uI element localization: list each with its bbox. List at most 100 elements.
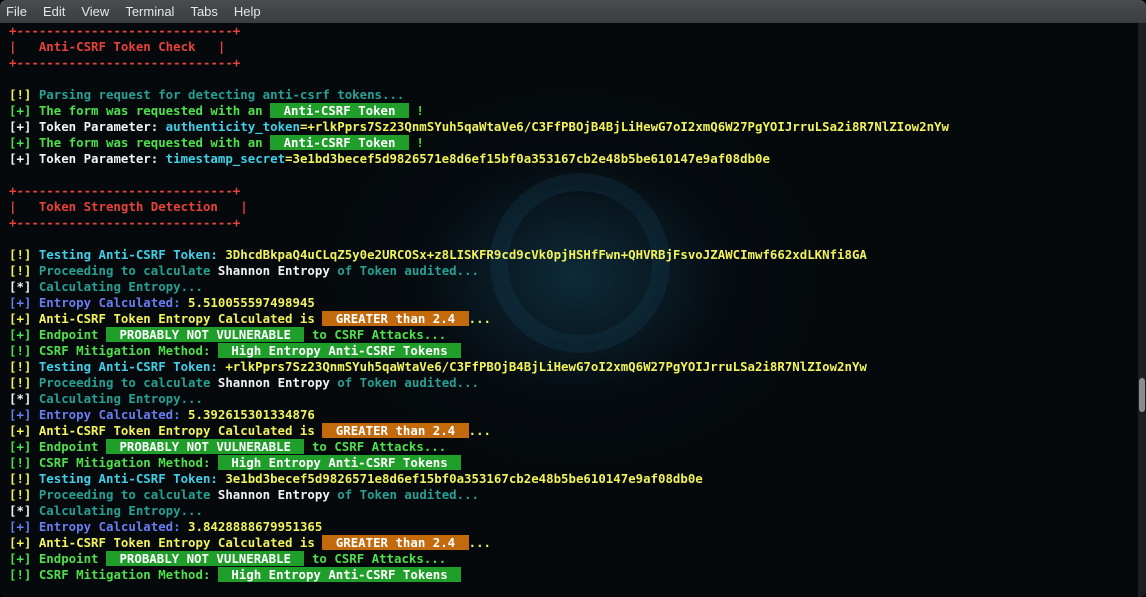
scrollbar-thumb[interactable] <box>1139 378 1145 412</box>
terminal-text: 3.8428888679951365 <box>188 519 323 534</box>
terminal-line: [!] Parsing request for detecting anti-c… <box>9 87 949 103</box>
terminal-text: ! <box>408 135 424 150</box>
terminal-line: [+] Anti-CSRF Token Entropy Calculated i… <box>9 423 949 439</box>
terminal-line: +-----------------------------+ <box>9 23 949 39</box>
terminal-text: [+] <box>9 423 39 438</box>
terminal-text: [!] <box>9 375 39 390</box>
terminal-text: [+] <box>9 519 39 534</box>
terminal-line: [!] CSRF Mitigation Method: High Entropy… <box>9 567 949 583</box>
terminal-text: Anti-CSRF Token Entropy Calculated is <box>38 535 323 550</box>
terminal-text: CSRF Mitigation Method: <box>38 567 218 582</box>
terminal-text: =3e1bd3becef5d9826571e8d6ef15bf0a353167c… <box>285 151 770 166</box>
terminal-text: authenticity_token <box>165 119 300 134</box>
terminal-line: [+] The form was requested with an Anti-… <box>9 135 949 151</box>
terminal-text: ... <box>468 311 491 326</box>
terminal-text: of Token audited... <box>329 375 479 390</box>
terminal-text: [!] <box>9 455 39 470</box>
menu-help[interactable]: Help <box>226 0 269 23</box>
status-badge: Anti-CSRF Token <box>270 103 409 118</box>
terminal-text: 5.392615301334876 <box>188 407 315 422</box>
terminal-line: [+] Entropy Calculated: 3.84288886799513… <box>9 519 949 535</box>
terminal-text: Shannon Entropy <box>217 263 330 278</box>
terminal-output-area[interactable]: +-----------------------------+ | Anti-CS… <box>0 23 1138 597</box>
terminal-text: [+] <box>9 311 39 326</box>
menu-view[interactable]: View <box>73 0 117 23</box>
terminal-text: timestamp_secret <box>165 151 286 166</box>
terminal-text: [+] <box>9 103 39 118</box>
terminal-line: +-----------------------------+ <box>9 55 949 71</box>
terminal-text: Entropy Calculated: <box>38 295 189 310</box>
status-badge: High Entropy Anti-CSRF Tokens <box>217 343 462 358</box>
terminal-text: [+] <box>9 327 39 342</box>
terminal-text: [!] <box>9 87 39 102</box>
menu-file[interactable]: File <box>0 0 35 23</box>
status-badge: GREATER than 2.4 <box>322 535 469 550</box>
terminal-text: Parsing request for detecting anti-csrf … <box>38 87 405 102</box>
terminal-line: [+] Entropy Calculated: 5.39261530133487… <box>9 407 949 423</box>
terminal-line: [!] CSRF Mitigation Method: High Entropy… <box>9 343 949 359</box>
terminal-text: The form was requested with an <box>38 135 271 150</box>
terminal-line: [!] Proceeding to calculate Shannon Entr… <box>9 487 949 503</box>
terminal-text: [*] <box>9 391 39 406</box>
terminal-text: [+] <box>9 551 39 566</box>
terminal-text: CSRF Mitigation Method: <box>38 343 218 358</box>
terminal-text: +rlkPprs7Sz23QnmSYuh5qaWtaVe6/C3FfPBOjB4… <box>225 359 867 374</box>
status-badge: GREATER than 2.4 <box>322 423 469 438</box>
terminal-text: Endpoint <box>38 551 106 566</box>
terminal-text: to CSRF Attacks... <box>304 327 447 342</box>
terminal-line: [!] Testing Anti-CSRF Token: 3e1bd3becef… <box>9 471 949 487</box>
terminal-text: Shannon Entropy <box>217 487 330 502</box>
terminal-text: +-----------------------------+ <box>9 55 241 70</box>
terminal-text: | Token Strength Detection | <box>9 199 248 214</box>
terminal-line: [!] Proceeding to calculate Shannon Entr… <box>9 375 949 391</box>
terminal-text: [+] <box>9 535 39 550</box>
status-badge: PROBABLY NOT VULNERABLE <box>105 327 305 342</box>
terminal-text: [!] <box>9 487 39 502</box>
terminal-text: [!] <box>9 471 39 486</box>
terminal-text: [+] <box>9 407 39 422</box>
terminal-text: 3DhcdBkpaQ4uCLqZ5y0e2URCOSx+z8LISKFR9cd9… <box>225 247 867 262</box>
terminal-line: [+] Endpoint PROBABLY NOT VULNERABLE to … <box>9 439 949 455</box>
terminal-line: [+] Token Parameter: authenticity_token=… <box>9 119 949 135</box>
terminal-line: +-----------------------------+ <box>9 215 949 231</box>
terminal-text: ! <box>408 103 424 118</box>
status-badge: PROBABLY NOT VULNERABLE <box>105 439 305 454</box>
terminal-line: [!] Proceeding to calculate Shannon Entr… <box>9 263 949 279</box>
terminal-line: [+] Anti-CSRF Token Entropy Calculated i… <box>9 535 949 551</box>
terminal-line: [*] Calculating Entropy... <box>9 391 949 407</box>
terminal-line: [+] Endpoint PROBABLY NOT VULNERABLE to … <box>9 327 949 343</box>
vertical-scrollbar[interactable] <box>1138 23 1146 597</box>
terminal-text: Testing Anti-CSRF Token: <box>38 359 226 374</box>
terminal-text: to CSRF Attacks... <box>304 551 447 566</box>
terminal-text: [*] <box>9 279 39 294</box>
terminal-text: +-----------------------------+ <box>9 215 241 230</box>
terminal-line: | Anti-CSRF Token Check | <box>9 39 949 55</box>
terminal-text: Entropy Calculated: <box>38 519 189 534</box>
terminal-text: [+] <box>9 151 39 166</box>
terminal-text: +-----------------------------+ <box>9 23 241 38</box>
menu-tabs[interactable]: Tabs <box>182 0 225 23</box>
terminal-line: [+] Endpoint PROBABLY NOT VULNERABLE to … <box>9 551 949 567</box>
status-badge: High Entropy Anti-CSRF Tokens <box>217 567 462 582</box>
terminal-text: [!] <box>9 247 39 262</box>
menu-edit[interactable]: Edit <box>35 0 73 23</box>
terminal-text: =+rlkPprs7Sz23QnmSYuh5qaWtaVe6/C3FfPBOjB… <box>299 119 949 134</box>
terminal-text: [!] <box>9 343 39 358</box>
menu-bar: File Edit View Terminal Tabs Help <box>0 0 1146 23</box>
terminal-text: ... <box>468 423 491 438</box>
terminal-window: File Edit View Terminal Tabs Help +-----… <box>0 0 1146 597</box>
terminal-text: Testing Anti-CSRF Token: <box>38 247 226 262</box>
terminal-line: [*] Calculating Entropy... <box>9 279 949 295</box>
terminal-text: [+] <box>9 295 39 310</box>
terminal-text: 5.510055597498945 <box>188 295 315 310</box>
terminal-text: [+] <box>9 135 39 150</box>
menu-terminal[interactable]: Terminal <box>117 0 182 23</box>
terminal-text: Entropy Calculated: <box>38 407 189 422</box>
terminal-text: The form was requested with an <box>38 103 271 118</box>
terminal-text: to CSRF Attacks... <box>304 439 447 454</box>
terminal-text: Anti-CSRF Token Entropy Calculated is <box>38 423 323 438</box>
terminal-text: Calculating Entropy... <box>38 503 203 518</box>
status-badge: GREATER than 2.4 <box>322 311 469 326</box>
